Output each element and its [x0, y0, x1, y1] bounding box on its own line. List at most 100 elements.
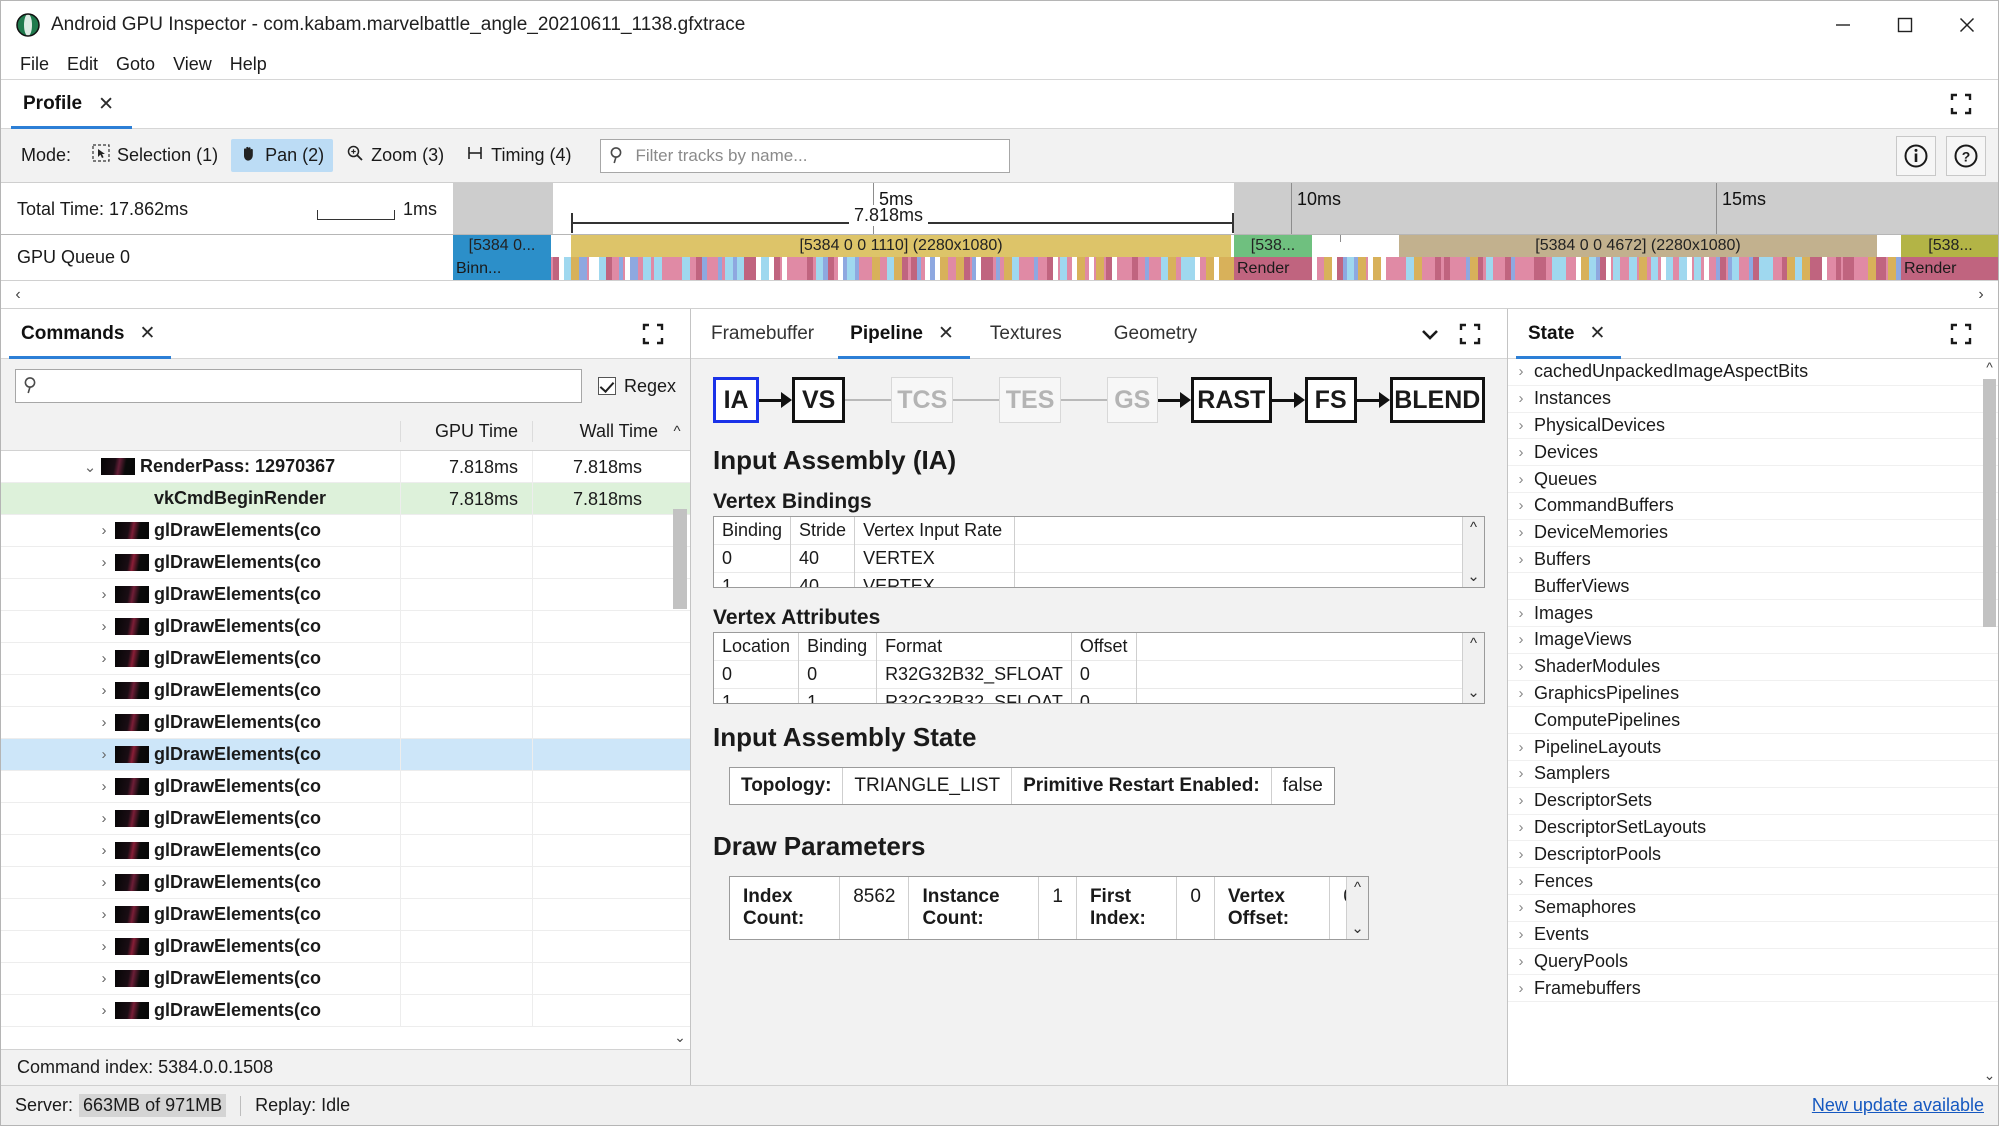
chevron-right-icon[interactable]: ›: [1508, 792, 1534, 809]
state-tree-item[interactable]: › Semaphores: [1508, 895, 1998, 922]
chevron-right-icon[interactable]: ›: [93, 746, 115, 763]
chevron-right-icon[interactable]: ›: [93, 1002, 115, 1019]
stage-ia[interactable]: IA: [713, 377, 760, 423]
scroll-left-icon[interactable]: ‹: [1, 286, 35, 304]
state-tree-item[interactable]: › cachedUnpackedImageAspectBits: [1508, 359, 1998, 386]
table-row[interactable]: 0 0 R32G32B32_SFLOAT 0: [714, 660, 1484, 689]
table-row[interactable]: › glDrawElements(co: [1, 578, 690, 611]
minimize-button[interactable]: [1812, 1, 1874, 49]
state-tree-item[interactable]: › Framebuffers: [1508, 975, 1998, 1003]
chevron-right-icon[interactable]: ›: [1508, 551, 1534, 568]
table-row[interactable]: vkCmdBeginRender 7.818ms 7.818ms: [1, 482, 690, 515]
menu-help[interactable]: Help: [221, 52, 276, 77]
chevron-right-icon[interactable]: ›: [1508, 765, 1534, 782]
chevron-right-icon[interactable]: ›: [1508, 471, 1534, 488]
state-tree-item[interactable]: › Buffers: [1508, 547, 1998, 574]
chevron-right-icon[interactable]: ›: [1508, 605, 1534, 622]
table-row[interactable]: 1 40 VERTEX: [714, 572, 1484, 587]
stage-tes[interactable]: TES: [999, 377, 1061, 423]
chevron-right-icon[interactable]: ›: [1508, 980, 1534, 997]
commands-search-input[interactable]: [15, 369, 582, 403]
chevron-right-icon[interactable]: ›: [93, 618, 115, 635]
state-tree-item[interactable]: › PhysicalDevices: [1508, 413, 1998, 440]
timeline-block[interactable]: [538...: [1234, 235, 1312, 257]
state-vscroll-thumb[interactable]: [1983, 379, 1996, 627]
timeline-block[interactable]: [538...: [1901, 235, 1998, 257]
table-row[interactable]: › glDrawElements(co: [1, 866, 690, 899]
scroll-down-icon[interactable]: ⌄: [1347, 919, 1368, 937]
table-row[interactable]: › glDrawElements(co: [1, 514, 690, 547]
timeline-subblock[interactable]: Render: [1234, 257, 1312, 280]
chevron-right-icon[interactable]: ›: [1508, 926, 1534, 943]
stage-rast[interactable]: RAST: [1190, 377, 1272, 423]
chevron-right-icon[interactable]: ›: [93, 970, 115, 987]
scroll-up-icon[interactable]: ^: [1463, 519, 1484, 537]
commands-vscroll-thumb[interactable]: [673, 509, 687, 609]
chevron-right-icon[interactable]: ›: [93, 682, 115, 699]
maximize-icon[interactable]: [1447, 309, 1493, 358]
tab-textures[interactable]: Textures: [970, 309, 1078, 358]
chevron-right-icon[interactable]: ›: [1508, 899, 1534, 916]
state-tree-item[interactable]: › Images: [1508, 600, 1998, 627]
chevron-right-icon[interactable]: ›: [1508, 819, 1534, 836]
menu-goto[interactable]: Goto: [107, 52, 164, 77]
chevron-right-icon[interactable]: ›: [93, 842, 115, 859]
chevron-down-icon[interactable]: ⌄: [79, 458, 101, 476]
table-row[interactable]: › glDrawElements(co: [1, 898, 690, 931]
tab-profile[interactable]: Profile ✕: [1, 80, 133, 129]
chevron-right-icon[interactable]: ›: [1508, 873, 1534, 890]
vertex-bindings-table[interactable]: Binding Stride Vertex Input Rate 0 40 VE…: [713, 516, 1485, 588]
state-tree-item[interactable]: › ShaderModules: [1508, 654, 1998, 681]
new-update-link[interactable]: New update available: [1812, 1095, 1984, 1116]
state-tree-item[interactable]: ComputePipelines: [1508, 707, 1998, 735]
timeline-block[interactable]: [5384 0 0 4672] (2280x1080): [1399, 235, 1877, 257]
vertex-attributes-table[interactable]: Location Binding Format Offset 0 0 R32G3…: [713, 632, 1485, 704]
table-row[interactable]: › glDrawElements(co: [1, 706, 690, 739]
table-row[interactable]: › glDrawElements(co: [1, 770, 690, 803]
close-icon[interactable]: ✕: [1589, 322, 1605, 345]
scroll-down-icon[interactable]: ⌄: [1463, 683, 1484, 701]
stage-blend[interactable]: BLEND: [1389, 377, 1486, 423]
state-tree-item[interactable]: › GraphicsPipelines: [1508, 681, 1998, 708]
table-row[interactable]: › glDrawElements(co: [1, 738, 690, 771]
chevron-right-icon[interactable]: ›: [1508, 524, 1534, 541]
scroll-down-icon[interactable]: ⌄: [673, 1029, 687, 1047]
menu-view[interactable]: View: [164, 52, 221, 77]
scroll-right-icon[interactable]: ›: [1964, 286, 1998, 304]
info-icon[interactable]: [1896, 135, 1936, 176]
chevron-right-icon[interactable]: ›: [93, 586, 115, 603]
scroll-down-icon[interactable]: ⌄: [1983, 1067, 1996, 1085]
sort-ascending-icon[interactable]: ^: [664, 423, 690, 440]
timeline-block[interactable]: [5384 0 0 1110] (2280x1080): [571, 235, 1231, 257]
tab-geometry[interactable]: Geometry: [1078, 309, 1213, 358]
maximize-icon[interactable]: [630, 309, 676, 358]
chevron-right-icon[interactable]: ›: [1508, 497, 1534, 514]
table-row[interactable]: ⌄ RenderPass: 12970367 7.818ms 7.818ms: [1, 451, 690, 483]
commands-vscrollbar[interactable]: ⌄: [673, 451, 687, 1049]
timeline-subblock[interactable]: Binn...: [453, 257, 551, 280]
regex-checkbox[interactable]: [597, 377, 616, 395]
scroll-up-icon[interactable]: ^: [1347, 879, 1368, 897]
table-row[interactable]: › glDrawElements(co: [1, 610, 690, 643]
state-tree-item[interactable]: › DescriptorPools: [1508, 841, 1998, 869]
column-wall-time[interactable]: Wall Time: [532, 421, 664, 442]
menu-edit[interactable]: Edit: [58, 52, 107, 77]
state-tree-item[interactable]: › Queues: [1508, 466, 1998, 493]
state-tree-item[interactable]: › Fences: [1508, 868, 1998, 895]
chevron-down-icon[interactable]: [1413, 309, 1447, 358]
maximize-icon[interactable]: [1938, 80, 1984, 128]
stage-gs[interactable]: GS: [1106, 377, 1158, 423]
menu-file[interactable]: File: [11, 52, 58, 77]
table-row[interactable]: 0 40 VERTEX: [714, 544, 1484, 573]
timeline[interactable]: 5ms 10ms 15ms 7.818ms Total Time: 17.862…: [1, 183, 1998, 309]
maximize-icon[interactable]: [1938, 309, 1984, 358]
state-tree-item[interactable]: › Devices: [1508, 439, 1998, 467]
draw-parameters-vscrollbar[interactable]: ^ ⌄: [1346, 877, 1368, 939]
chevron-right-icon[interactable]: ›: [93, 938, 115, 955]
vertex-attributes-vscrollbar[interactable]: ^ ⌄: [1462, 633, 1484, 703]
table-row[interactable]: › glDrawElements(co: [1, 994, 690, 1027]
regex-toggle[interactable]: Regex: [597, 376, 676, 397]
tab-commands[interactable]: Commands ✕: [1, 309, 172, 359]
chevron-right-icon[interactable]: ›: [1508, 953, 1534, 970]
mode-timing-button[interactable]: Timing (4): [457, 139, 580, 172]
